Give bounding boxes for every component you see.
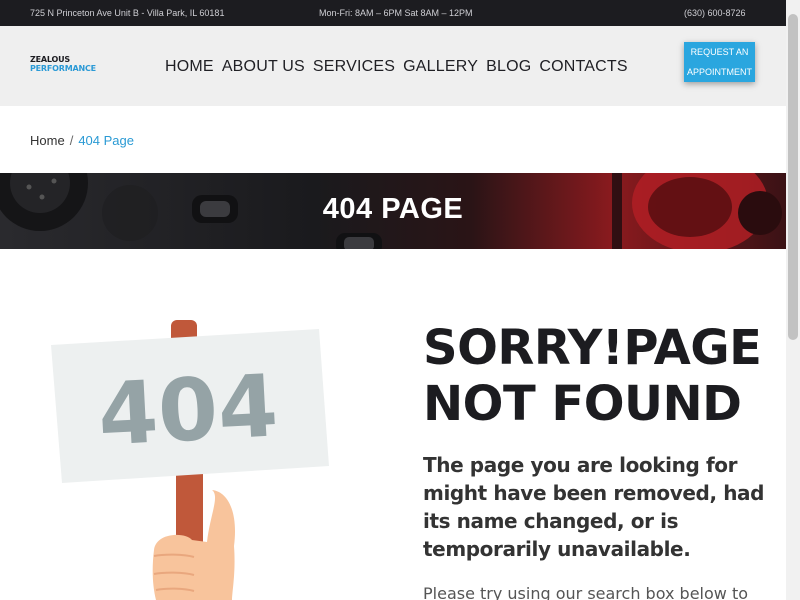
nav-contacts[interactable]: CONTACTS [539, 58, 627, 76]
error-hint-text: Please try using our search box below to [423, 584, 749, 600]
breadcrumb-current: 404 Page [78, 133, 134, 148]
404-sign-illustration: 404 [51, 320, 329, 600]
site-header: ZEALOUS PERFORMANCE HOME ABOUT US SERVIC… [0, 26, 786, 106]
site-logo[interactable]: ZEALOUS PERFORMANCE [30, 55, 96, 73]
main-nav: HOME ABOUT US SERVICES GALLERY BLOG CONT… [165, 58, 628, 76]
nav-gallery[interactable]: GALLERY [403, 58, 478, 76]
cta-line2: APPOINTMENT [686, 67, 752, 77]
error-title-line2: NOT FOUND [423, 376, 742, 432]
top-info-bar: 725 N Princeton Ave Unit B - Villa Park,… [0, 0, 786, 26]
address-text: 725 N Princeton Ave Unit B - Villa Park,… [30, 8, 225, 18]
nav-services[interactable]: SERVICES [313, 58, 395, 76]
page-title: 404 PAGE [322, 193, 464, 225]
request-appointment-button[interactable]: REQUEST AN APPOINTMENT [684, 42, 755, 82]
page-scrollbar-thumb[interactable] [788, 14, 798, 340]
cta-line1: REQUEST AN [690, 47, 749, 57]
nav-blog[interactable]: BLOG [486, 58, 531, 76]
sign-text: 404 [96, 356, 281, 465]
nav-about-us[interactable]: ABOUT US [222, 58, 305, 76]
breadcrumb: Home / 404 Page [30, 133, 134, 148]
logo-line2: PERFORMANCE [30, 64, 96, 73]
error-title: SORRY!PAGE NOT FOUND [423, 320, 783, 432]
error-lead-text: The page you are looking for might have … [423, 453, 765, 561]
hours-text: Mon-Fri: 8AM – 6PM Sat 8AM – 12PM [319, 8, 473, 18]
logo-line1: ZEALOUS [30, 55, 70, 64]
error-title-line1: SORRY!PAGE [423, 320, 762, 376]
nav-home[interactable]: HOME [165, 58, 214, 76]
breadcrumb-home[interactable]: Home [30, 133, 65, 148]
breadcrumb-separator: / [69, 133, 74, 148]
phone-link[interactable]: (630) 600-8726 [684, 8, 746, 18]
page-title-banner: 404 PAGE [0, 173, 786, 249]
